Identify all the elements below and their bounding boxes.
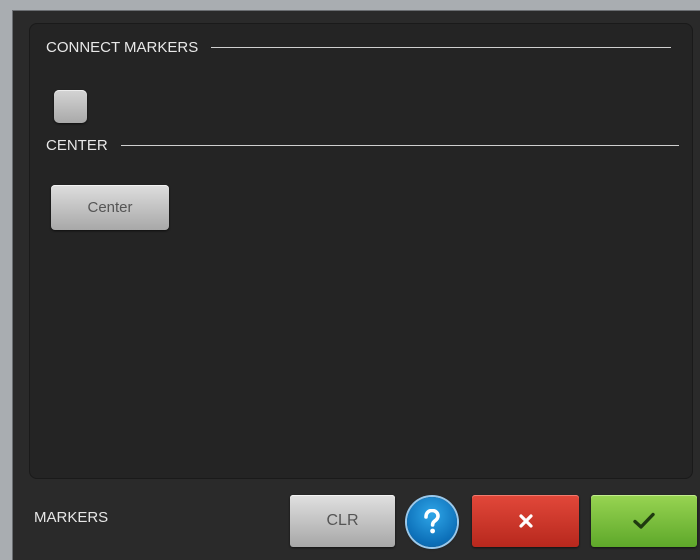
help-button[interactable] xyxy=(407,497,457,547)
clear-button[interactable]: CLR xyxy=(290,495,395,547)
close-icon xyxy=(518,514,533,528)
section-divider xyxy=(211,47,672,48)
section-divider xyxy=(120,145,679,146)
center-button[interactable]: Center xyxy=(51,185,169,230)
cancel-button[interactable] xyxy=(472,495,579,547)
center-title: CENTER xyxy=(46,137,108,154)
settings-panel: CONNECT MARKERS CENTER Center xyxy=(29,23,693,479)
connect-markers-title: CONNECT MARKERS xyxy=(46,39,199,56)
markers-dialog: CONNECT MARKERS CENTER Center MARKERS CL… xyxy=(12,10,700,560)
question-mark-icon xyxy=(424,509,440,534)
ok-button[interactable] xyxy=(591,495,697,547)
center-section-header: CENTER xyxy=(46,137,682,154)
connect-markers-checkbox[interactable] xyxy=(54,90,87,123)
dialog-title: MARKERS xyxy=(34,509,109,526)
connect-markers-section-header: CONNECT MARKERS xyxy=(46,39,682,56)
checkmark-icon xyxy=(633,512,655,529)
